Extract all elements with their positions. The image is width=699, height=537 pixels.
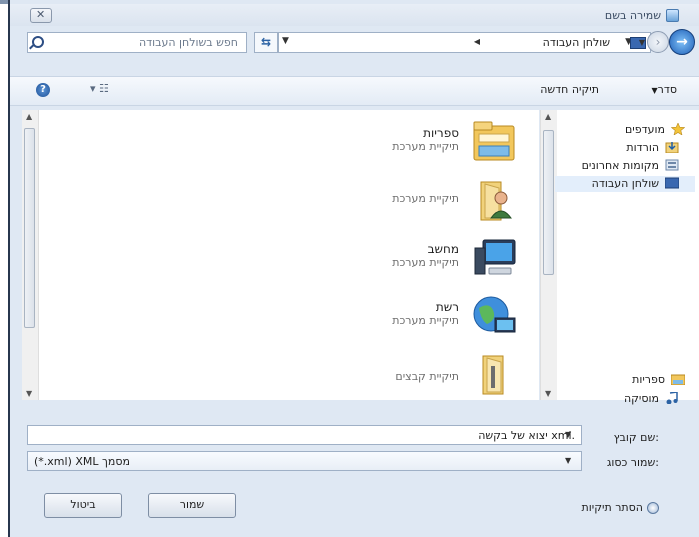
nav-item-libraries[interactable]: ספריות [575,372,685,388]
search-placeholder: חפש בשולחן העבודה [138,36,238,49]
list-item[interactable]: מחשב תיקיית מערכת [339,236,539,286]
save-type-select[interactable]: (*.xml) XML מסמך ▼ [27,451,582,471]
desktop-icon [665,177,679,189]
scroll-up-icon[interactable]: ▲ [26,112,32,121]
close-icon: ✕ [36,8,46,21]
save-type-dropdown-icon[interactable]: ▼ [565,456,571,465]
window-title: שמירה בשם [604,9,661,22]
file-type: תיקיית מערכת [392,314,459,327]
view-icon: ☷ [99,82,109,95]
organize-button[interactable]: ▼סדר [648,83,677,96]
refresh-icon: ⇆ [260,35,272,49]
hide-folders-toggle[interactable]: הסתר תיקיות [582,501,659,514]
filename-label: שם קובץ: [613,431,659,444]
nav-item-label: הורדות [626,141,659,154]
nav-pane-scrollbar[interactable]: ▲ ▼ [540,110,558,400]
filename-field[interactable]: יצוא של בקשה xml. ▼ [27,425,582,445]
nav-item-recent-places[interactable]: מקומות אחרונים [539,158,679,174]
file-type: תיקיית מערכת [392,192,459,205]
libraries-icon [671,374,685,385]
file-name: ספריות [423,126,459,140]
hide-folders-label: הסתר תיקיות [581,501,643,514]
forward-button[interactable]: › [647,31,669,53]
navigation-pane: מועדפים הורדות מקומות אחרונים שולחן העבו… [555,110,699,405]
navigation-bar: חפש בשולחן העבודה ⇆ ▼ ◀ שולחן העבודה ▼ ▼… [10,28,699,58]
save-type-label: שמור כסוג: [606,456,659,469]
save-dialog-icon [666,9,679,22]
search-icon [32,36,44,48]
star-icon [671,123,685,135]
chevron-up-icon [647,502,659,514]
list-item[interactable]: תיקיית קבצים [339,352,539,402]
file-name: מחשב [427,242,459,256]
breadcrumb-desktop[interactable]: שולחן העבודה [543,36,610,49]
view-options-button[interactable]: ▾ ☷ [90,82,109,95]
nav-item-desktop[interactable]: שולחן העבודה [555,176,695,192]
file-list[interactable]: ספריות תיקיית מערכת תיקיית מערכת מחשב תי… [22,110,539,400]
folder-icon [482,355,504,395]
scroll-thumb[interactable] [543,130,554,275]
title-bar: ✕ שמירה בשם [10,4,699,26]
list-item[interactable]: ספריות תיקיית מערכת [339,120,539,170]
file-name: רשת [435,300,459,314]
search-input[interactable]: חפש בשולחן העבודה [27,32,247,53]
address-bar[interactable]: ▼ ◀ שולחן העבודה ▼ [278,32,651,53]
nav-item-downloads[interactable]: הורדות [569,140,679,156]
nav-item-label: ספריות [632,373,665,386]
organize-label: סדר [657,83,677,96]
breadcrumb-chevron-icon[interactable]: ◀ [474,37,480,46]
cancel-button[interactable]: ביטול [44,493,122,518]
filename-value: יצוא של בקשה xml. [478,429,575,442]
nav-item-music[interactable]: מוסיקה [569,391,679,407]
view-dropdown-icon: ▾ [90,82,96,95]
refresh-button[interactable]: ⇆ [254,32,278,53]
command-toolbar: ? ▾ ☷ תיקיה חדשה ▼סדר [10,76,699,106]
nav-item-label: שולחן העבודה [591,177,659,190]
recent-places-icon [665,159,679,171]
list-item[interactable]: רשת תיקיית מערכת [339,294,539,344]
nav-item-label: מקומות אחרונים [581,159,659,172]
libraries-icon [473,121,515,161]
file-type: תיקיית מערכת [392,256,459,269]
scroll-up-icon[interactable]: ▲ [545,112,551,121]
forward-arrow-icon: › [655,35,661,49]
nav-item-label: מועדפים [625,123,665,136]
close-button[interactable]: ✕ [30,8,52,23]
save-type-value: (*.xml) XML מסמך [34,455,131,468]
scroll-thumb[interactable] [24,128,35,328]
file-type: תיקיית קבצים [395,370,459,383]
save-button[interactable]: שמור [148,493,236,518]
user-folder-icon [480,181,512,221]
scroll-down-icon[interactable]: ▼ [26,389,32,398]
back-button[interactable]: → [669,29,695,55]
nav-item-label: מוסיקה [623,392,659,405]
scroll-down-icon[interactable]: ▼ [545,389,551,398]
filename-dropdown-icon[interactable]: ▼ [565,430,571,439]
network-icon [473,296,516,333]
music-icon [666,392,678,404]
nav-item-favorites[interactable]: מועדפים [565,122,685,138]
downloads-icon [665,142,679,153]
list-item[interactable]: תיקיית מערכת [339,178,539,228]
file-type: תיקיית מערכת [392,140,459,153]
new-folder-button[interactable]: תיקיה חדשה [540,83,599,96]
computer-icon [474,239,516,275]
address-history-dropdown-icon[interactable]: ▼ [282,36,289,46]
recent-pages-dropdown-icon[interactable]: ▼ [639,38,645,47]
file-list-scrollbar[interactable]: ▲ ▼ [22,110,39,400]
help-icon[interactable]: ? [36,83,50,97]
back-arrow-icon: → [676,34,688,50]
save-as-dialog: ✕ שמירה בשם חפש בשולחן העבודה ⇆ ▼ ◀ שולח… [8,0,699,537]
